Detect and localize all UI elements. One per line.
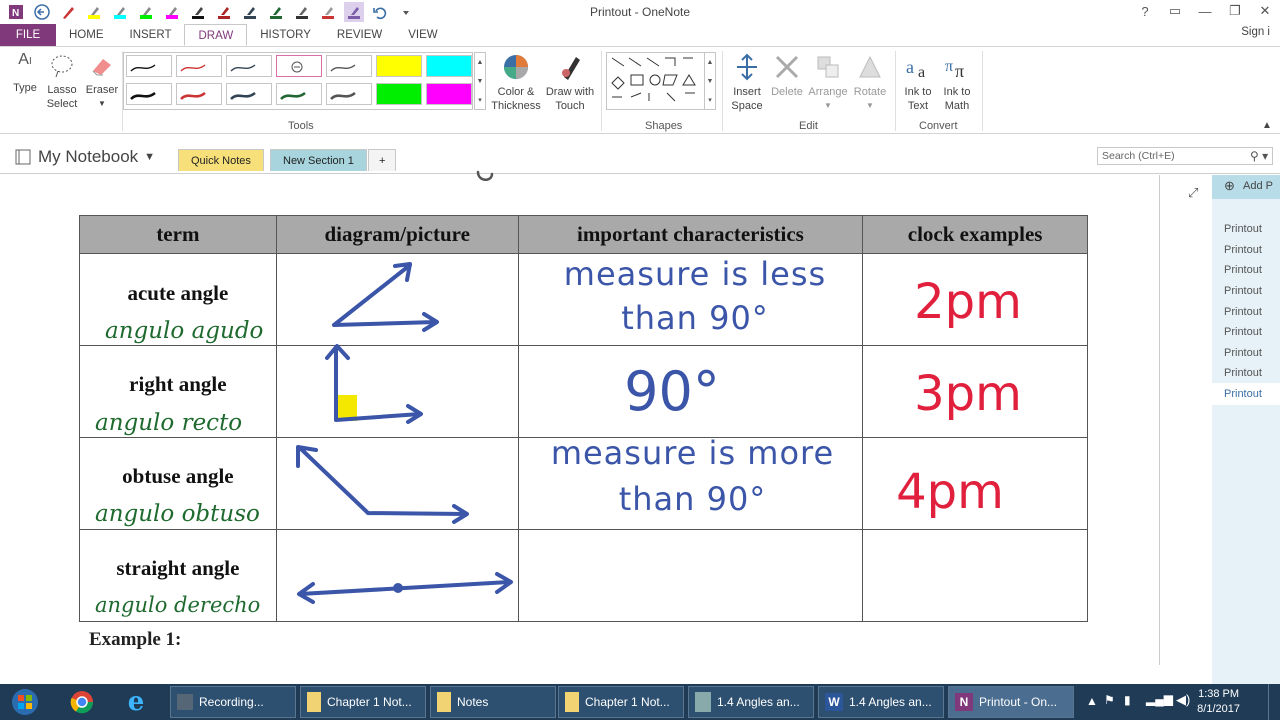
characteristics-obtuse: measure is more than 90° xyxy=(551,434,833,518)
network-icon[interactable]: ▂▄▆ xyxy=(1146,692,1173,706)
page-item[interactable]: Printout xyxy=(1224,223,1262,235)
taskbar-item-angles-word[interactable]: W 1.4 Angles an... xyxy=(818,686,944,718)
ink-layer: angulo agudo angulo recto angulo obtuso … xyxy=(95,255,1022,617)
collapse-ribbon-icon[interactable]: ▲ xyxy=(1262,119,1272,133)
search-icon[interactable]: ⚲ ▾ xyxy=(1250,149,1268,163)
sign-in-link[interactable]: Sign i xyxy=(1241,26,1270,38)
tray-chevron-icon[interactable]: ▲ xyxy=(1086,694,1098,708)
restore-icon[interactable]: ❐ xyxy=(1220,0,1250,22)
minimize-icon[interactable]: — xyxy=(1190,0,1220,22)
taskbar-item-chapter1[interactable]: Chapter 1 Not... xyxy=(300,686,426,718)
chrome-icon xyxy=(70,691,94,714)
characteristics-right: 90° xyxy=(624,360,720,423)
taskbar-item-onenote[interactable]: N Printout - On... xyxy=(948,686,1074,718)
straight-angle-vertex xyxy=(393,583,403,593)
characteristics-acute: measure is less than 90° xyxy=(564,255,825,337)
ie-taskbar-button[interactable]: e xyxy=(116,686,156,718)
clock-acute: 2pm xyxy=(914,274,1022,330)
spanish-obtuse: angulo obtuso xyxy=(95,501,260,527)
obtuse-angle-drawing xyxy=(296,445,469,524)
taskbar-item-notes[interactable]: Notes xyxy=(430,686,556,718)
taskbar-item-chapter1-b[interactable]: Chapter 1 Not... xyxy=(558,686,684,718)
power-icon[interactable]: ▮ xyxy=(1124,693,1131,707)
taskbar: e Recording... Chapter 1 Not... Notes Ch… xyxy=(0,684,1280,720)
add-page-icon: ⊕ xyxy=(1224,178,1235,193)
page-item-selected[interactable]: Printout xyxy=(1224,388,1262,400)
chrome-taskbar-button[interactable] xyxy=(62,686,102,718)
straight-angle-drawing xyxy=(297,572,513,604)
document-icon xyxy=(695,692,711,712)
clock-obtuse: 4pm xyxy=(896,464,1004,520)
taskbar-item-angles-pdf[interactable]: 1.4 Angles an... xyxy=(688,686,814,718)
page-item[interactable]: Printout xyxy=(1224,244,1262,256)
page-item[interactable]: Printout xyxy=(1224,367,1262,379)
close-icon[interactable]: ✕ xyxy=(1250,0,1280,22)
taskbar-item-recording[interactable]: Recording... xyxy=(170,686,296,718)
spanish-right: angulo recto xyxy=(95,410,242,436)
example-heading: Example 1: xyxy=(89,629,182,650)
folder-icon xyxy=(307,692,321,712)
clock-right: 3pm xyxy=(914,366,1022,422)
volume-icon[interactable]: ◀) xyxy=(1176,692,1190,708)
word-icon: W xyxy=(825,693,843,711)
add-page-button[interactable]: ⊕ Add P xyxy=(1212,175,1280,199)
acute-angle-drawing xyxy=(332,262,439,332)
recorder-icon xyxy=(177,694,193,710)
spanish-straight: angulo derecho xyxy=(95,593,260,617)
expand-page-icon[interactable]: ⤢ xyxy=(1188,185,1198,201)
page-item[interactable]: Printout xyxy=(1224,264,1262,276)
page-item[interactable]: Printout xyxy=(1224,326,1262,338)
page-item[interactable]: Printout xyxy=(1224,306,1262,318)
spanish-acute: angulo agudo xyxy=(105,318,263,344)
onenote-icon: N xyxy=(955,693,973,711)
folder-icon xyxy=(437,692,451,712)
internet-explorer-icon: e xyxy=(127,687,145,717)
windows-logo-icon xyxy=(12,689,38,715)
page-item[interactable]: Printout xyxy=(1224,347,1262,359)
ribbon-display-icon[interactable]: ▭ xyxy=(1160,0,1190,22)
system-clock[interactable]: 1:38 PM 8/1/2017 xyxy=(1197,687,1240,717)
start-button[interactable] xyxy=(6,686,44,718)
page-item[interactable]: Printout xyxy=(1224,285,1262,297)
show-desktop-button[interactable] xyxy=(1268,684,1280,720)
folder-icon xyxy=(565,692,579,712)
action-center-icon[interactable]: ⚑ xyxy=(1104,693,1115,707)
